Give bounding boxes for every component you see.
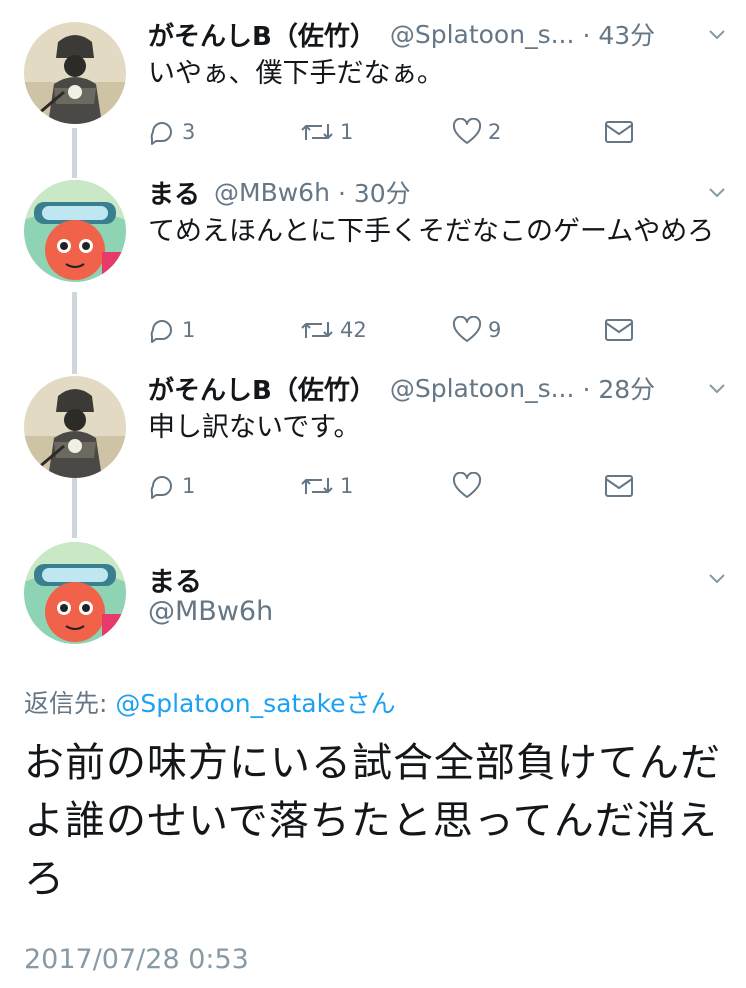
- retweet-count: 1: [340, 474, 354, 498]
- tweet-actions: 1 42 9: [148, 310, 746, 350]
- tweet-time[interactable]: · 43分: [582, 16, 655, 52]
- retweet-button[interactable]: 1: [300, 466, 353, 506]
- retweet-icon: [301, 478, 333, 494]
- reply-to-label: 返信先:: [24, 689, 116, 718]
- avatar[interactable]: [24, 22, 126, 124]
- chevron-down-icon[interactable]: [708, 380, 726, 398]
- author-handle[interactable]: @Splatoon_s...: [390, 20, 575, 49]
- reply-to-suffix[interactable]: さん: [346, 689, 396, 718]
- like-icon: [452, 472, 482, 498]
- retweet-button[interactable]: 1: [300, 112, 353, 152]
- tweet-time[interactable]: · 28分: [582, 370, 655, 406]
- like-icon: [452, 316, 482, 342]
- tweet-actions: 1 1: [148, 466, 746, 506]
- reply-to-handle[interactable]: @Splatoon_satake: [115, 689, 345, 718]
- reply-count: 3: [182, 120, 196, 144]
- tweet-header: まる @MBw6h · 30分: [148, 172, 722, 212]
- reply-to: 返信先: @Splatoon_satakeさん: [24, 684, 396, 720]
- chevron-down-icon[interactable]: [708, 26, 726, 44]
- dm-icon: [605, 475, 633, 497]
- avatar[interactable]: [24, 180, 126, 282]
- dm-icon: [605, 121, 633, 143]
- avatar[interactable]: [24, 542, 126, 644]
- thread-line: [72, 478, 77, 538]
- retweet-count: 42: [340, 318, 367, 342]
- dm-icon: [605, 319, 633, 341]
- thread-line: [72, 292, 77, 374]
- thread-line: [72, 128, 77, 178]
- author-name[interactable]: まる: [148, 560, 202, 599]
- like-count: 9: [488, 318, 502, 342]
- reply-button[interactable]: 3: [148, 112, 195, 152]
- reply-icon: [150, 320, 172, 343]
- tweet-actions: 3 1 2: [148, 112, 746, 152]
- retweet-icon: [301, 322, 333, 338]
- reply-count: 1: [182, 474, 196, 498]
- retweet-icon: [301, 124, 333, 140]
- reply-count: 1: [182, 318, 196, 342]
- tweet-timestamp[interactable]: 2017/07/28 0:53: [24, 944, 249, 975]
- like-button[interactable]: 2: [452, 112, 501, 152]
- dm-button[interactable]: [604, 112, 634, 152]
- tweet-header: がそんしB（佐竹） @Splatoon_s... · 43分: [148, 14, 722, 54]
- dm-button[interactable]: [604, 310, 634, 350]
- reply-button[interactable]: 1: [148, 310, 195, 350]
- author-name[interactable]: がそんしB（佐竹）: [148, 16, 376, 53]
- tweet-text: てめえほんとに下手くそだなこのゲームやめろ: [148, 216, 715, 247]
- author-name[interactable]: がそんしB（佐竹）: [148, 370, 376, 407]
- tweet-text: いやぁ、僕下手だなぁ。: [148, 58, 444, 89]
- author-handle[interactable]: @MBw6h: [148, 596, 273, 627]
- author-handle[interactable]: @Splatoon_s...: [390, 374, 575, 403]
- like-button[interactable]: 9: [452, 310, 501, 350]
- dm-button[interactable]: [604, 466, 634, 506]
- reply-icon: [150, 122, 172, 145]
- tweet-header: がそんしB（佐竹） @Splatoon_s... · 28分: [148, 368, 722, 408]
- author-handle[interactable]: @MBw6h: [214, 178, 330, 207]
- main-tweet-text: お前の味方にいる試合全部負けてんだよ誰のせいで落ちたと思ってんだ消えろ: [24, 740, 721, 902]
- retweet-count: 1: [340, 120, 354, 144]
- author-name[interactable]: まる: [148, 174, 200, 211]
- like-button[interactable]: [452, 466, 488, 506]
- like-count: 2: [488, 120, 502, 144]
- chevron-down-icon[interactable]: [708, 570, 726, 588]
- reply-button[interactable]: 1: [148, 466, 195, 506]
- reply-icon: [150, 476, 172, 499]
- avatar[interactable]: [24, 376, 126, 478]
- retweet-button[interactable]: 42: [300, 310, 367, 350]
- tweet-text: 申し訳ないです。: [148, 412, 361, 443]
- like-icon: [452, 118, 482, 144]
- tweet-time[interactable]: · 30分: [338, 174, 411, 210]
- chevron-down-icon[interactable]: [708, 184, 726, 202]
